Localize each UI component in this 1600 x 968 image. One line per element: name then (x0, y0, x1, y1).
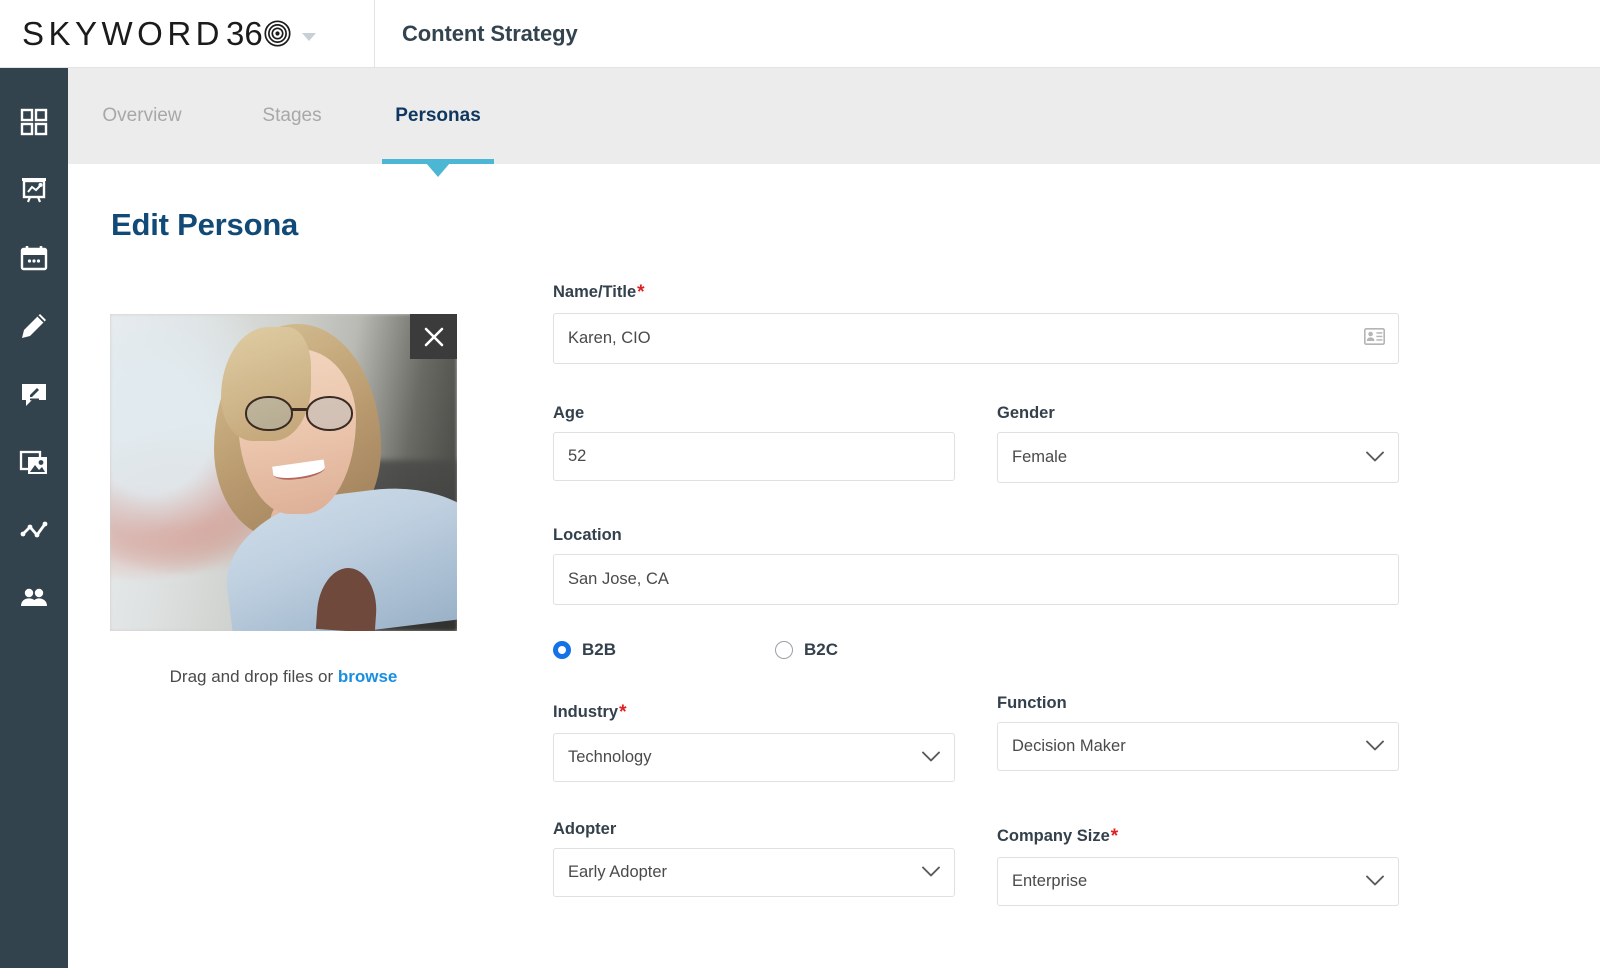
image-gallery-icon (19, 447, 49, 477)
sidebar-item-campaigns[interactable] (0, 156, 68, 224)
field-age: Age 52 (553, 404, 955, 481)
field-label-company-size: Company Size* (997, 826, 1119, 847)
chevron-down-icon[interactable] (301, 32, 316, 41)
top-header-bar: SKYWORD 36 Content Strategy (0, 0, 1600, 68)
sidebar-item-assets[interactable] (0, 428, 68, 496)
radio-b2b[interactable]: B2B (553, 640, 616, 660)
field-label-industry: Industry* (553, 702, 627, 723)
company-size-value: Enterprise (1012, 872, 1088, 890)
function-value: Decision Maker (1012, 737, 1126, 755)
radio-b2b-label: B2B (582, 640, 617, 659)
chevron-down-icon (1366, 448, 1384, 467)
field-label-adopter: Adopter (553, 820, 617, 838)
radio-b2c[interactable]: B2C (775, 640, 838, 660)
upload-hint-text: Drag and drop files or (169, 667, 334, 686)
tab-stages[interactable]: Stages (244, 68, 340, 164)
location-input[interactable]: San Jose, CA (553, 554, 1399, 605)
field-adopter: Adopter Early Adopter (553, 820, 955, 897)
brand-logo[interactable]: SKYWORD 36 (0, 0, 374, 68)
field-label-location: Location (553, 526, 622, 544)
active-tab-pointer (426, 163, 450, 177)
market-type-radio-group: B2B B2C (553, 640, 973, 660)
sidebar-item-audience[interactable] (0, 564, 68, 632)
required-asterisk: * (1110, 826, 1119, 847)
page-title: Content Strategy (402, 20, 578, 46)
field-company-size: Company Size* Enterprise (997, 826, 1399, 906)
chevron-down-icon (1366, 737, 1384, 756)
sidebar-item-analytics[interactable] (0, 496, 68, 564)
sidebar-item-dashboard[interactable] (0, 88, 68, 156)
function-select[interactable]: Decision Maker (997, 722, 1399, 771)
upload-hint: Drag and drop files or browse (110, 667, 457, 687)
age-input[interactable]: 52 (553, 432, 955, 481)
form-heading: Edit Persona (111, 207, 299, 242)
spiral-target-icon (264, 20, 291, 47)
tab-overview[interactable]: Overview (82, 68, 202, 164)
sidebar-item-create[interactable] (0, 292, 68, 360)
field-function: Function Decision Maker (997, 694, 1399, 771)
brand-wordmark: SKYWORD (22, 14, 225, 52)
contact-card-icon[interactable] (1364, 327, 1385, 350)
industry-select[interactable]: Technology (553, 733, 955, 782)
field-name-title: Name/Title* Karen, CIO (553, 282, 1399, 364)
company-size-select[interactable]: Enterprise (997, 857, 1399, 906)
browse-files-link[interactable]: browse (338, 667, 398, 686)
tab-personas-label: Personas (395, 105, 481, 126)
industry-value: Technology (568, 748, 652, 766)
field-gender: Gender Female (997, 404, 1399, 483)
line-chart-icon (19, 515, 49, 545)
tab-personas[interactable]: Personas (382, 68, 494, 177)
grid-dashboard-icon (19, 107, 49, 137)
sidebar-item-calendar[interactable] (0, 224, 68, 292)
left-sidebar (0, 68, 68, 968)
chevron-down-icon (922, 748, 940, 767)
chevron-down-icon (1366, 872, 1384, 891)
age-value: 52 (568, 447, 587, 465)
chevron-down-icon (922, 863, 940, 882)
photo-glasses (245, 396, 353, 432)
adopter-value: Early Adopter (568, 863, 668, 881)
persona-photo-column: Drag and drop files or browse (110, 314, 457, 687)
field-label-gender: Gender (997, 404, 1055, 422)
calendar-icon (19, 243, 49, 273)
sidebar-item-review[interactable] (0, 360, 68, 428)
tab-bar: Overview Stages Personas (68, 68, 1600, 177)
radio-b2c-label: B2C (804, 640, 839, 659)
close-x-icon (422, 325, 446, 349)
field-location: Location San Jose, CA (553, 526, 1399, 605)
radio-b2b-input[interactable] (553, 641, 571, 659)
name-title-input[interactable]: Karen, CIO (553, 313, 1399, 364)
brand-number: 36 (226, 14, 263, 52)
field-label-age: Age (553, 404, 585, 422)
people-icon (19, 583, 49, 613)
field-label-function: Function (997, 694, 1067, 712)
remove-photo-button[interactable] (410, 314, 457, 359)
gender-select[interactable]: Female (997, 432, 1399, 483)
gender-value: Female (1012, 448, 1068, 466)
field-industry: Industry* Technology (553, 702, 955, 782)
required-asterisk: * (619, 702, 627, 723)
name-title-value: Karen, CIO (568, 329, 651, 347)
main-content: Edit Persona Drag and drop files or brow… (68, 164, 1600, 968)
adopter-select[interactable]: Early Adopter (553, 848, 955, 897)
field-label-name-title: Name/Title* (553, 282, 645, 303)
persona-photo[interactable] (110, 314, 457, 631)
radio-b2c-input[interactable] (775, 641, 794, 659)
comment-edit-icon (19, 379, 49, 409)
presentation-chart-icon (19, 175, 49, 205)
required-asterisk: * (637, 282, 645, 303)
location-value: San Jose, CA (568, 570, 669, 588)
pencil-icon (19, 311, 49, 341)
